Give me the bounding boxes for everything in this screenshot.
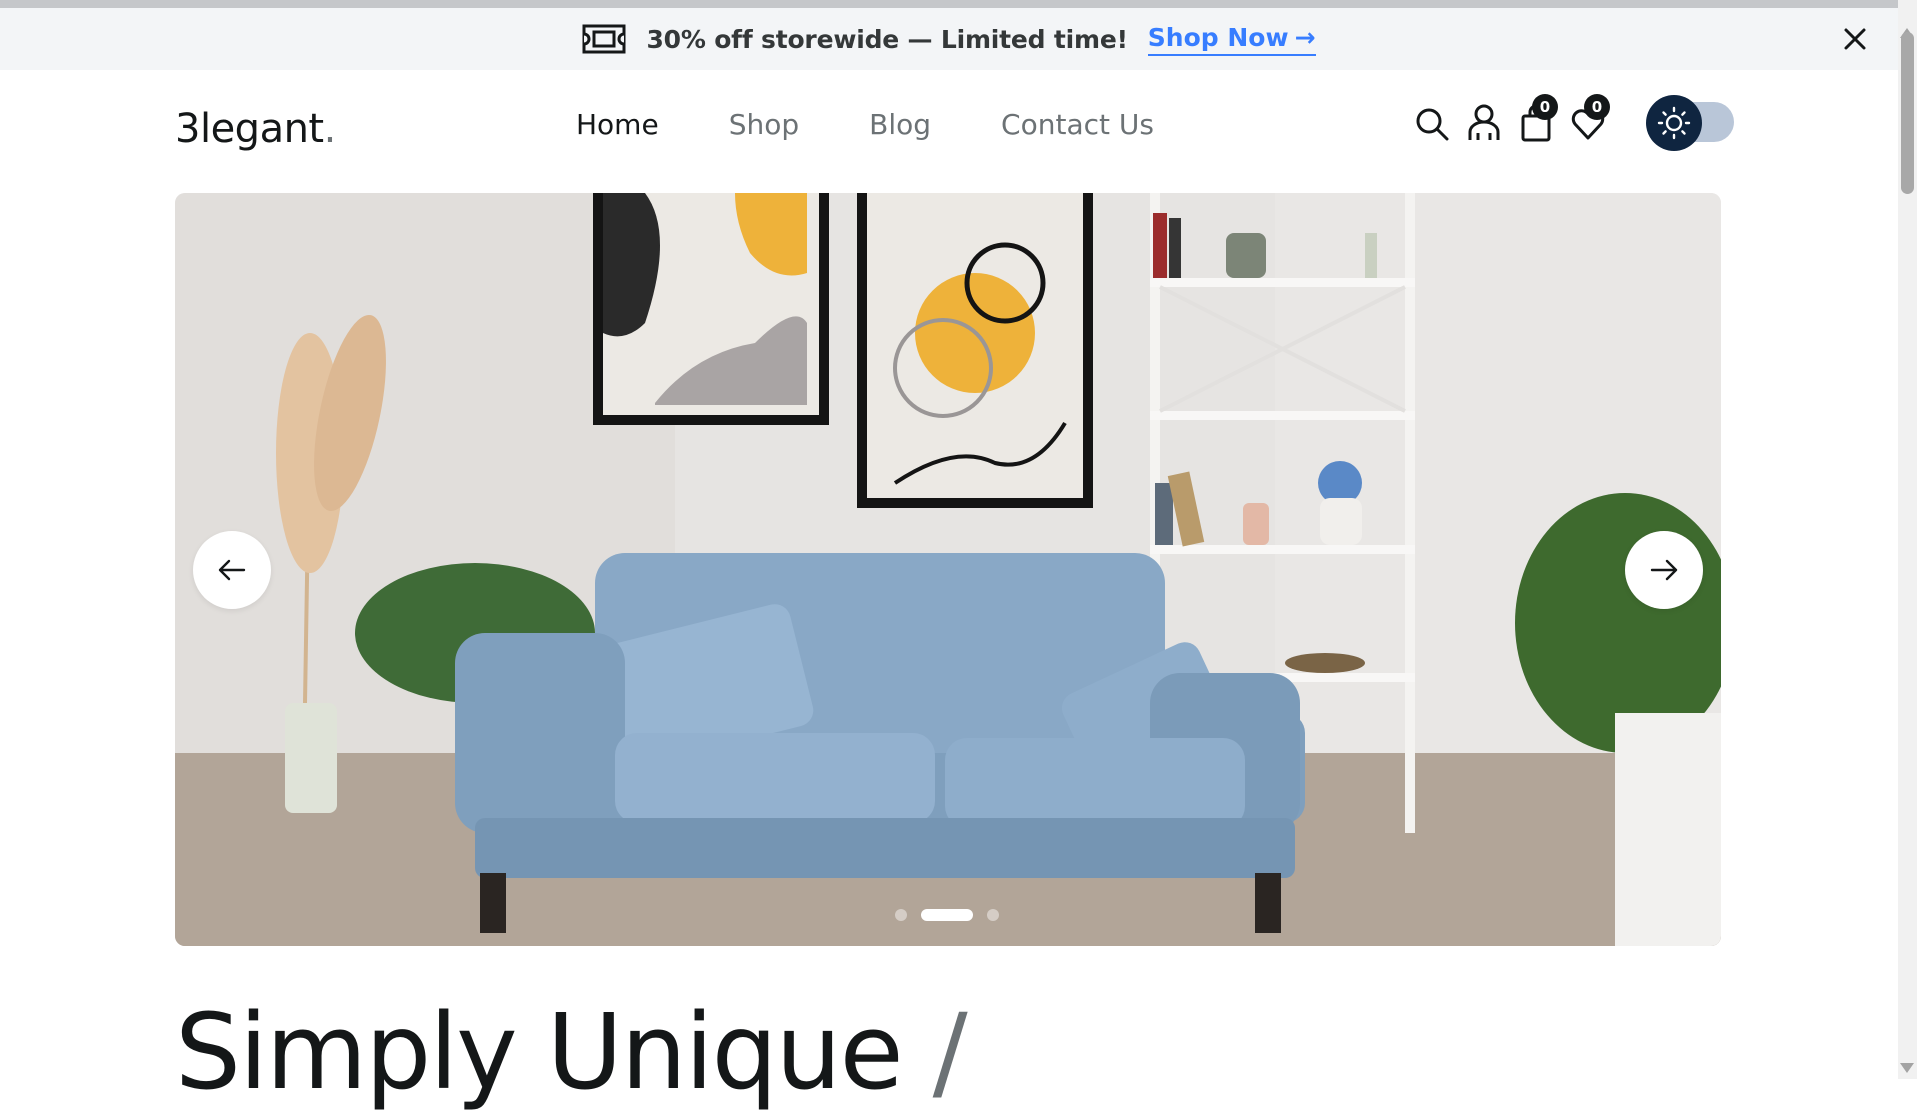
arrow-right-icon — [1650, 559, 1678, 581]
close-icon[interactable] — [1840, 24, 1870, 54]
search-icon[interactable] — [1414, 102, 1450, 142]
headline-slash: / — [932, 991, 968, 1113]
slider-prev-button[interactable] — [193, 531, 271, 609]
slider-dot-2[interactable] — [921, 909, 973, 921]
ticket-icon — [582, 24, 626, 54]
user-icon[interactable] — [1466, 102, 1502, 142]
shop-now-label: Shop Now — [1147, 22, 1289, 52]
header-actions: 0 0 — [1414, 94, 1734, 151]
nav-item-home[interactable]: Home — [576, 108, 659, 141]
shop-now-link[interactable]: Shop Now → — [1147, 22, 1316, 56]
page-scrollbar[interactable] — [1898, 0, 1917, 1079]
nav-item-shop[interactable]: Shop — [729, 108, 799, 141]
promo-bar: 30% off storewide — Limited time! Shop N… — [0, 8, 1898, 70]
slider-dots — [895, 909, 999, 921]
hero-image — [175, 193, 1721, 946]
logo-text: 3legant — [175, 106, 324, 152]
logo[interactable]: 3legant. — [175, 106, 336, 152]
arrow-right-icon: → — [1294, 22, 1316, 52]
nav-menu: Home Shop Blog Contact Us — [576, 108, 1154, 141]
main-navigation: 3legant. Home Shop Blog Contact Us 0 0 — [0, 70, 1898, 193]
slider-dot-3[interactable] — [987, 909, 999, 921]
wishlist-button[interactable]: 0 — [1570, 94, 1610, 142]
logo-dot: . — [323, 106, 337, 152]
cart-button[interactable]: 0 — [1518, 94, 1558, 142]
hero-slider — [175, 193, 1721, 946]
scroll-thumb[interactable] — [1901, 32, 1914, 194]
headline-text: Simply Unique — [175, 991, 904, 1113]
browser-top-edge — [0, 0, 1898, 8]
scroll-down-arrow[interactable] — [1900, 1063, 1914, 1073]
theme-toggle[interactable] — [1646, 95, 1734, 151]
sun-icon — [1657, 106, 1691, 140]
cart-count-badge: 0 — [1532, 94, 1558, 120]
arrow-left-icon — [218, 559, 246, 581]
nav-item-contact-us[interactable]: Contact Us — [1001, 108, 1154, 141]
theme-toggle-knob — [1646, 95, 1702, 151]
hero-headline: Simply Unique / — [175, 985, 968, 1120]
slider-next-button[interactable] — [1625, 531, 1703, 609]
wishlist-count-badge: 0 — [1584, 94, 1610, 120]
slider-dot-1[interactable] — [895, 909, 907, 921]
nav-item-blog[interactable]: Blog — [869, 108, 931, 141]
promo-text: 30% off storewide — Limited time! — [646, 24, 1128, 54]
